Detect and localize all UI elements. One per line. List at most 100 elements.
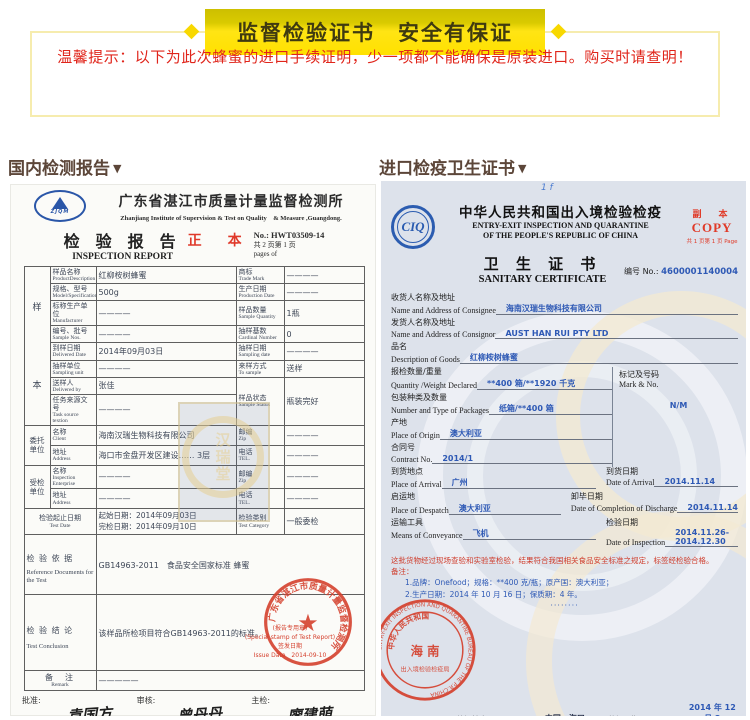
certificate-pages: 共 1 页第 1 页 Page — [686, 237, 738, 245]
cell-value: ———— — [96, 360, 236, 377]
cell-label: 检 验 结 论Test Conclusion — [24, 595, 96, 671]
cell-value: 张佳 — [96, 377, 236, 394]
sanitary-certificate-document: 1 f CIQ 中华人民共和国出入境检验检疫 ENTRY-EXIT INSPEC… — [381, 181, 746, 716]
table-row-reference: 检 验 依 据Reference Documents for the Test … — [24, 535, 364, 595]
field-value: 纸箱/**400 箱 — [489, 403, 612, 415]
cell-value: ———— — [96, 394, 236, 425]
zjqm-logo-text: ZJQM — [51, 209, 70, 215]
table-row-conclusion: 检 验 结 论Test Conclusion 该样品所检项目符合GB14963-… — [24, 595, 364, 671]
cell-value: 送样 — [284, 360, 364, 377]
quantity-mark-section: 报检数量/重量 Quantity /Weight Declared**400 箱… — [391, 367, 738, 467]
cell-label: 邮编Zip — [236, 425, 284, 445]
issue-line-place: 签证地点 Place of Issue 中国 海口 签证日期 Date of I… — [457, 702, 738, 716]
cell-label: 检验起止日期Test Date — [24, 509, 96, 535]
group-client: 委托单位 — [24, 425, 50, 465]
cell-label: 任务来源文号Task source textion — [50, 394, 96, 425]
certificate-org-name-en2: OF THE PEOPLE'S REPUBLIC OF CHINA — [443, 231, 678, 241]
cell-label: 标称生产单位Manufacturer — [50, 301, 96, 326]
cell-label: 样品状态Sample Status — [236, 377, 284, 425]
certificate-title-en: SANITARY CERTIFICATE — [461, 274, 624, 285]
handwritten-page-mark: 1 f — [541, 183, 553, 193]
cell-value: ———— — [284, 425, 364, 445]
svg-text:海 南: 海 南 — [411, 644, 440, 659]
table-row: 抽样单位Sampling unit ———— 来样方式To sample 送样 — [24, 360, 364, 377]
chevron-down-icon: ▼ — [113, 162, 121, 175]
copy-mark-cn: 副 本 — [686, 207, 738, 220]
cell-label: 到样日期Delivered Date — [50, 343, 96, 360]
cell-value: ————— — [96, 671, 364, 691]
cell-value: 2014年09月03日 — [96, 343, 236, 360]
field-value: 澳大利亚 — [440, 428, 612, 440]
cell-label: 编号、批号Sample Nos. — [50, 326, 96, 343]
field-value: 2014/1 — [432, 454, 612, 464]
cell-label: 检验类别Test Category — [236, 509, 284, 535]
cell-label: 商标Trade Mark — [236, 267, 284, 284]
certificate-body: 收货人名称及地址 Name and Address of Consignee海南… — [391, 293, 738, 610]
cell-value: 一般委检 — [284, 509, 364, 535]
field-value: 红柳桉树蜂蜜 — [460, 352, 738, 364]
report-org-name: 广东省湛江市质量计量监督检测所 — [94, 191, 368, 211]
field-goods: 品名 Description of Goods红柳桉树蜂蜜 — [391, 342, 738, 364]
mark-and-no-box: 标记及号码 Mark & No. N/M — [612, 367, 738, 467]
table-row: 样本 样品名称ProductDescription 红柳桉树蜂蜜 商标Trade… — [24, 267, 364, 284]
cell-value: ———— — [96, 326, 236, 343]
signature-verified: 审核:Verified By曾丹丹 日期（Date） 2014-09-10 — [137, 695, 252, 716]
certificate-org-name: 中华人民共和国出入境检验检疫 — [443, 201, 678, 221]
table-row: 到样日期Delivered Date 2014年09月03日 抽样日期Sampl… — [24, 343, 364, 360]
remark-line: 1.品牌：Onefood；规格：**400 克/瓶；原产国：澳大利亚； — [391, 577, 738, 589]
copy-mark-block: 副 本 COPY 共 1 页第 1 页 Page — [686, 207, 738, 245]
documents-row: ZJQM 广东省湛江市质量计量监督检测所 Zhanjiang Institute… — [0, 184, 750, 716]
report-signatures: 批准:Approved By袁国方 日期（Date） 2014-09-10 审核… — [20, 695, 368, 716]
tested-signature: 廖建萌 — [287, 702, 333, 716]
cell-label: 名称Inspection Enterprise — [50, 465, 96, 488]
group-sample: 样本 — [24, 267, 50, 426]
field-origin: 产地 Place of Origin澳大利亚 — [391, 418, 612, 440]
report-pages: 共 2 页第 1 页 — [254, 241, 325, 250]
tab-import-certificate[interactable]: 进口检疫卫生证书▼ — [379, 154, 750, 182]
cell-label: 抽样基数Cardinal Number — [236, 326, 284, 343]
approved-signature: 袁国方 — [67, 702, 113, 716]
cell-value: ———— — [96, 301, 236, 326]
table-row: 送样人Delivered by 张佳 样品状态Sample Status 瓶装完… — [24, 377, 364, 394]
cell-label: 样品数量Sample Quantity — [236, 301, 284, 326]
report-title-en: INSPECTION REPORT — [64, 252, 182, 262]
report-table: 样本 样品名称ProductDescription 红柳桉树蜂蜜 商标Trade… — [24, 266, 365, 691]
certificate-org-name-en1: ENTRY-EXIT INSPECTION AND QUARANTINE — [443, 221, 678, 231]
certificate-title-row: 卫 生 证 书 SANITARY CERTIFICATE 编号 No.: 460… — [391, 253, 738, 285]
cell-value: ———— — [284, 465, 364, 488]
chevron-down-icon: ▼ — [518, 162, 526, 175]
report-title-row: 检 验 报 告 INSPECTION REPORT 正 本 No.: HWT03… — [20, 228, 368, 264]
field-quantity: 报检数量/重量 Quantity /Weight Declared**400 箱… — [391, 367, 612, 389]
cell-value: ———— — [96, 489, 236, 509]
tab-import-certificate-label: 进口检疫卫生证书 — [379, 159, 515, 179]
table-row: 标称生产单位Manufacturer ———— 样品数量Sample Quant… — [24, 301, 364, 326]
pair-conveyance: 运输工具 Means of Conveyance飞机 检验日期 Date of … — [391, 518, 738, 550]
table-row: 地址Address 海口市金盘开发区建设…… 3层 电话TEL. ———— — [24, 445, 364, 465]
cell-value: ———— — [96, 465, 236, 488]
field-consignee: 收货人名称及地址 Name and Address of Consignee海南… — [391, 293, 738, 315]
field-contract: 合同号 Contract No.2014/1 — [391, 443, 612, 463]
certificate-header: CIQ 中华人民共和国出入境检验检疫 ENTRY-EXIT INSPECTION… — [391, 201, 738, 249]
inspection-result-text: 这批货物经过现场查验和实验室检验，结果符合我国相关食品安全标准之规定，标签经检验… — [391, 555, 738, 578]
cell-value: 红柳桉树蜂蜜 — [96, 267, 236, 284]
field-value: AUST HAN RUI PTY LTD — [495, 329, 738, 339]
pair-arrival: 到货地点 Place of Arrival广州 到货日期 Date of Arr… — [391, 467, 738, 492]
report-number-block: No.: HWT03509-14 共 2 页第 1 页 pages of — [254, 230, 325, 259]
cell-value: 瓶装完好 — [284, 377, 364, 425]
cell-label: 电话TEL. — [236, 445, 284, 465]
signature-approved: 批准:Approved By袁国方 日期（Date） 2014-09-10 — [22, 695, 137, 716]
copy-mark-en: COPY — [686, 220, 738, 236]
cell-value: 500g — [96, 284, 236, 301]
cell-value: 海口市金盘开发区建设…… 3层 — [96, 445, 236, 465]
table-row: 受检单位 名称Inspection Enterprise ———— 邮编Zip … — [24, 465, 364, 488]
table-row: 委托单位 名称Client 海南汉瑞生物科技有限公司 邮编Zip ———— — [24, 425, 364, 445]
cell-value: ———— — [284, 267, 364, 284]
tab-domestic-report[interactable]: 国内检测报告▼ — [8, 154, 379, 182]
hero-section: 监督检验证书 安全有保证 温馨提示：以下为此次蜂蜜的进口手续证明，少一项都不能确… — [0, 0, 750, 122]
cell-label: 生产日期Production Date — [236, 284, 284, 301]
cell-label: 规格、型号Model/Specification — [50, 284, 96, 301]
warm-tip-text: 温馨提示：以下为此次蜂蜜的进口手续证明，少一项都不能确保是原装进口。购买时请查明… — [0, 46, 750, 67]
cell-label: 送样人Delivered by — [50, 377, 96, 394]
cell-label: 来样方式To sample — [236, 360, 284, 377]
triangle-icon — [52, 197, 68, 209]
